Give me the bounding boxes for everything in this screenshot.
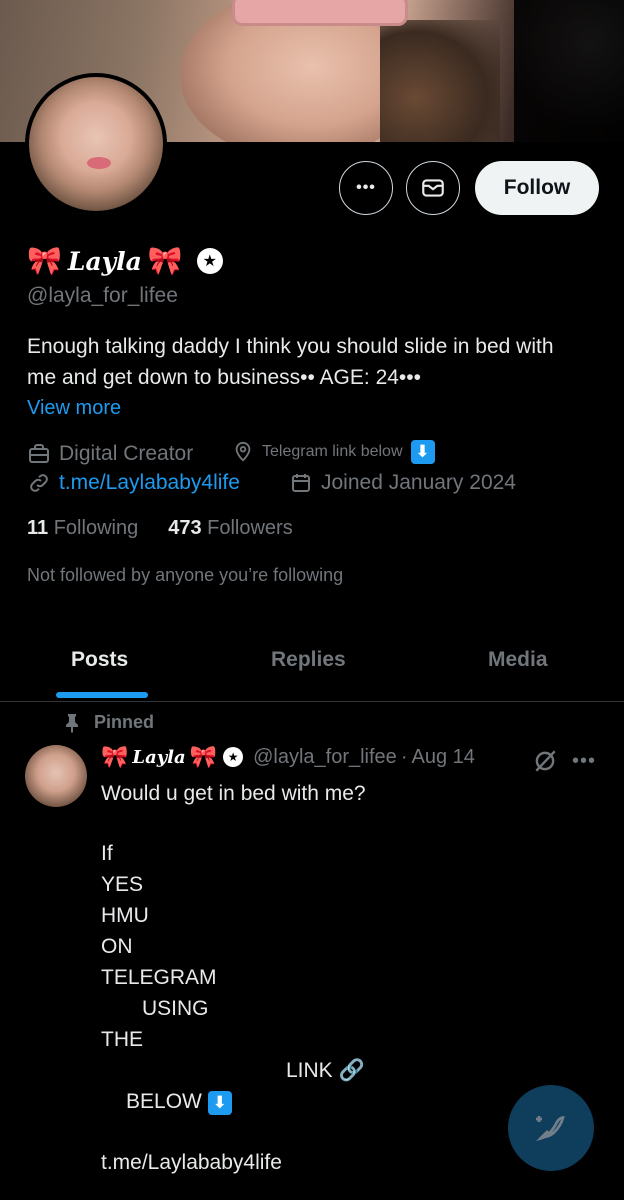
pin-icon (66, 713, 78, 733)
post-author-avatar[interactable] (25, 745, 87, 807)
tab-media[interactable]: Media (488, 648, 548, 672)
verified-star-icon: ★ (223, 747, 244, 767)
post-text-line: USING (142, 997, 209, 1020)
more-icon: ••• (356, 179, 376, 196)
post-separator: · (400, 745, 408, 768)
following-count: 11 (27, 517, 49, 539)
pinned-indicator: Pinned (64, 712, 154, 733)
link-icon (30, 474, 48, 492)
post-author-handle[interactable]: @layla_for_lifee (253, 746, 397, 769)
followers-count-link[interactable]: 473 Followers (168, 517, 293, 540)
banner-photo-phone (232, 0, 408, 26)
profile-handle: @layla_for_lifee (27, 284, 178, 307)
post-date[interactable]: Aug 14 (411, 746, 474, 769)
view-more-link[interactable]: View more (27, 397, 121, 420)
profile-joined-date: Joined January 2024 (321, 471, 516, 494)
verified-star-icon[interactable]: ★ (196, 248, 223, 274)
follow-button[interactable]: Follow (475, 161, 599, 215)
not-followed-note: Not followed by anyone you’re following (27, 565, 344, 585)
post-header: 🎀 Layla 🎀 ★ @layla_for_lifee · Aug 14 (101, 744, 475, 770)
down-arrow-icon: ⬇ (410, 440, 435, 464)
post-text-line: YES (101, 873, 144, 896)
profile-avatar[interactable] (25, 73, 167, 215)
post-telegram-link[interactable]: t.me/Laylababy4life (101, 1151, 282, 1175)
post-author-name[interactable]: Layla (132, 747, 185, 768)
pinned-label: Pinned (94, 712, 155, 732)
profile-name: Layla (67, 246, 142, 276)
post-text-line: BELOW ⬇ (126, 1090, 232, 1115)
banner-photo-hair (380, 20, 500, 142)
following-label: Following (53, 517, 139, 539)
mail-icon (422, 179, 444, 197)
down-arrow-icon: ⬇ (207, 1091, 232, 1115)
bow-emoji: 🎀 (147, 245, 183, 276)
profile-website-link[interactable]: t.me/Laylababy4life (59, 471, 240, 495)
bow-emoji: 🎀 (101, 744, 129, 769)
post-text-line: ON (101, 935, 133, 958)
post-text-line: TELEGRAM (101, 966, 217, 989)
profile-location: Telegram link below (262, 443, 403, 460)
grok-icon[interactable] (532, 748, 558, 774)
location-pin-icon (235, 441, 251, 462)
message-button[interactable] (406, 161, 460, 215)
post-more-button[interactable]: ••• (572, 750, 596, 773)
category-row: Digital Creator (27, 442, 193, 466)
profile-bio: Enough talking daddy I think you should … (27, 335, 554, 389)
banner-photo-lace (514, 0, 624, 142)
post-link-word: LINK (286, 1059, 333, 1082)
post-text-line: If (101, 842, 113, 865)
post-text-line: LINK 🔗 (286, 1059, 365, 1083)
bow-emoji: 🎀 (27, 245, 62, 276)
followers-label: Followers (207, 517, 293, 539)
bow-emoji: 🎀 (189, 744, 218, 769)
link-emoji-icon: 🔗 (338, 1059, 365, 1082)
briefcase-icon (29, 444, 49, 463)
post-text-line: HMU (101, 904, 149, 927)
profile-category: Digital Creator (59, 442, 194, 465)
follow-counts: 11 Following 473 Followers (27, 517, 293, 540)
website-row: t.me/Laylababy4life (27, 471, 240, 495)
more-options-button[interactable]: ••• (339, 161, 393, 215)
following-count-link[interactable]: 11 Following (27, 517, 138, 540)
post-text-line: Would u get in bed with me? (101, 782, 366, 805)
active-tab-indicator (56, 692, 148, 698)
joined-row: Joined January 2024 (289, 471, 516, 495)
post-text-line: THE (101, 1028, 143, 1051)
profile-name-row: 🎀 Layla 🎀 ★ (27, 244, 223, 278)
tab-replies[interactable]: Replies (271, 648, 346, 672)
followers-count: 473 (168, 517, 202, 539)
tab-posts[interactable]: Posts (71, 648, 128, 672)
location-row: Telegram link below ⬇ (232, 440, 435, 464)
feather-plus-icon (536, 1116, 565, 1141)
post-below-word: BELOW (126, 1090, 202, 1113)
compose-post-button[interactable] (508, 1085, 594, 1171)
avatar-detail (87, 157, 111, 169)
calendar-icon (292, 474, 310, 492)
